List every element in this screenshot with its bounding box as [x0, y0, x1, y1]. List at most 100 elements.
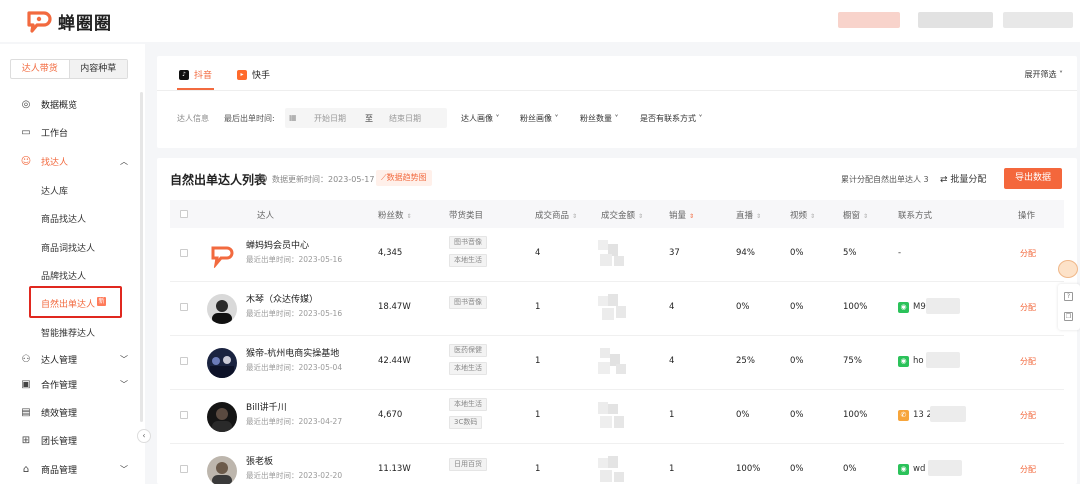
sidebar-item-workbench[interactable]: ▭ 工作台	[0, 121, 145, 143]
expand-filter-button[interactable]: 展开筛选 ˅	[1024, 69, 1063, 80]
sort-icon: ⇕	[863, 213, 869, 220]
sidebar-item-label: 找达人	[41, 157, 69, 168]
user-search-icon: ☺	[20, 155, 32, 167]
daren-name[interactable]: 蝉妈妈会员中心	[246, 238, 309, 251]
sidebar-item-label: 团长管理	[41, 436, 78, 447]
sidebar-item-overview[interactable]: ◎ 数据概览	[0, 93, 145, 115]
category-tag: 医药保健	[449, 344, 487, 357]
live-ratio: 0%	[736, 302, 750, 312]
group-icon: ⊞	[21, 434, 31, 446]
chevron-down-icon: ﹀	[120, 354, 128, 364]
products-count: 4	[535, 248, 541, 258]
daren-list-panel: 自然出单达人列表 ? 数据更新时间：2023-05-17 ⟋数据趋势图 累计分配…	[157, 158, 1077, 484]
sidebar-sub-smart-recommend[interactable]: 智能推荐达人	[41, 326, 95, 339]
col-window[interactable]: 橱窗 ⇕	[843, 209, 868, 221]
account-menu-blur[interactable]	[1003, 12, 1073, 28]
sidebar-item-find-daren[interactable]: ☺ 找达人 ︿	[0, 150, 145, 172]
amount-mosaic	[598, 294, 630, 322]
row-checkbox[interactable]	[180, 411, 188, 419]
contact-blur	[928, 460, 962, 476]
sidebar-collapse-button[interactable]: ‹	[137, 429, 151, 443]
assign-button[interactable]: 分配	[1020, 356, 1036, 367]
daren-name[interactable]: 木琴（众达传媒）	[246, 292, 318, 305]
end-date-input[interactable]: 结束日期	[389, 113, 421, 124]
row-checkbox[interactable]	[180, 249, 188, 257]
amount-mosaic	[598, 348, 630, 376]
window-ratio: 5%	[843, 248, 857, 258]
col-label: 粉丝数	[378, 211, 404, 221]
category-tag: 本地生活	[449, 254, 487, 267]
col-products[interactable]: 成交商品 ⇕	[535, 209, 577, 221]
dropdown-daren-profile[interactable]: 达人画像 ˅	[461, 113, 500, 124]
sort-icon: ⇕	[810, 213, 816, 220]
sidebar-sub-keyword-find[interactable]: 商品词找达人	[41, 241, 95, 254]
row-checkbox[interactable]	[180, 465, 188, 473]
category-tag: 日用百货	[449, 458, 487, 471]
tab-kuaishou[interactable]: ▸ 快手	[237, 68, 270, 81]
chart-icon: ▤	[21, 406, 31, 418]
sidebar-sub-daren-library[interactable]: 达人库	[41, 184, 68, 197]
sidebar-scrollbar[interactable]	[140, 92, 143, 422]
products-count: 1	[535, 302, 541, 312]
sidebar-sub-brand-find[interactable]: 品牌找达人	[41, 269, 86, 282]
top-bar: 蝉圈圈	[0, 0, 1080, 42]
live-ratio: 100%	[736, 464, 761, 474]
export-data-button[interactable]: 导出数据	[1004, 168, 1062, 189]
trend-chart-button[interactable]: ⟋数据趋势图	[376, 170, 432, 186]
tab-douyin[interactable]: ♪ 抖音	[179, 68, 212, 81]
sidebar-item-performance[interactable]: ▤ 绩效管理	[0, 401, 145, 423]
col-video[interactable]: 视频 ⇕	[790, 209, 815, 221]
assistant-mascot-icon[interactable]	[1058, 260, 1078, 278]
table-row: 蝉妈妈会员中心 最近出单时间：2023-05-16 4,345 图书音像 本地生…	[170, 228, 1064, 282]
assign-button[interactable]: 分配	[1020, 464, 1036, 475]
col-fans[interactable]: 粉丝数 ⇕	[378, 209, 412, 221]
video-ratio: 0%	[790, 356, 804, 366]
highlight-box	[29, 286, 122, 318]
date-range-picker[interactable]: ▦ 开始日期 至 结束日期	[285, 108, 447, 128]
daren-name[interactable]: 張老板	[246, 454, 273, 467]
last-order-time: 最近出单时间：2023-05-16	[246, 309, 343, 318]
sidebar-item-cooperation[interactable]: ▣ 合作管理 ﹀	[0, 373, 145, 395]
daren-name[interactable]: 猴帝-杭州电商实操基地	[246, 346, 339, 359]
sidebar-sub-product-find[interactable]: 商品找达人	[41, 212, 86, 225]
dropdown-fans-count[interactable]: 粉丝数量 ˅	[580, 113, 619, 124]
segment-daren-daihuo[interactable]: 达人带货	[11, 60, 70, 78]
row-checkbox[interactable]	[180, 357, 188, 365]
app-logo[interactable]: 蝉圈圈	[26, 9, 112, 34]
table-row: Bill讲千川 最近出单时间：2023-04-27 4,670 本地生活 3C数…	[170, 390, 1064, 444]
calendar-icon: ▦	[289, 113, 297, 122]
help-icon[interactable]: ?	[1064, 292, 1073, 301]
select-all-checkbox[interactable]	[180, 210, 188, 218]
window-ratio: 0%	[843, 464, 857, 474]
fans-count: 18.47W	[378, 302, 411, 312]
tab-divider	[157, 90, 1077, 91]
sidebar-item-label: 工作台	[41, 128, 69, 139]
sidebar-item-leader[interactable]: ⊞ 团长管理	[0, 429, 145, 451]
assign-button[interactable]: 分配	[1020, 302, 1036, 313]
avatar	[207, 348, 237, 378]
window-ratio: 100%	[843, 410, 868, 420]
dropdown-fans-profile[interactable]: 粉丝画像 ˅	[520, 113, 559, 124]
row-checkbox[interactable]	[180, 303, 188, 311]
help-icon[interactable]: ?	[258, 174, 267, 183]
start-date-input[interactable]: 开始日期	[314, 113, 346, 124]
amount-mosaic	[598, 456, 630, 484]
sidebar-item-daren-manage[interactable]: ⚇ 达人管理 ﹀	[0, 348, 145, 370]
amount-mosaic	[598, 240, 630, 268]
col-amount[interactable]: 成交金额 ⇕	[601, 209, 643, 221]
assign-button[interactable]: 分配	[1020, 410, 1036, 421]
daren-name[interactable]: Bill讲千川	[246, 400, 287, 413]
trend-chart-label: 数据趋势图	[386, 173, 427, 182]
dropdown-has-contact[interactable]: 是否有联系方式 ˅	[640, 113, 703, 124]
sidebar-item-product[interactable]: ⌂ 商品管理 ﹀	[0, 458, 145, 480]
sort-desc-icon: ⇕	[689, 213, 695, 220]
wechat-icon: ◉	[898, 356, 909, 367]
table-row: 木琴（众达传媒） 最近出单时间：2023-05-16 18.47W 图书音像 1…	[170, 282, 1064, 336]
copy-icon[interactable]: ❐	[1064, 312, 1073, 321]
assign-button[interactable]: 分配	[1020, 248, 1036, 259]
segment-neirong-zhongcao[interactable]: 内容种草	[69, 60, 127, 78]
col-live[interactable]: 直播 ⇕	[736, 209, 761, 221]
contact-info: -	[898, 248, 902, 258]
col-sales[interactable]: 销量 ⇕	[669, 209, 694, 221]
batch-assign-button[interactable]: ⇄ 批量分配	[940, 172, 986, 185]
